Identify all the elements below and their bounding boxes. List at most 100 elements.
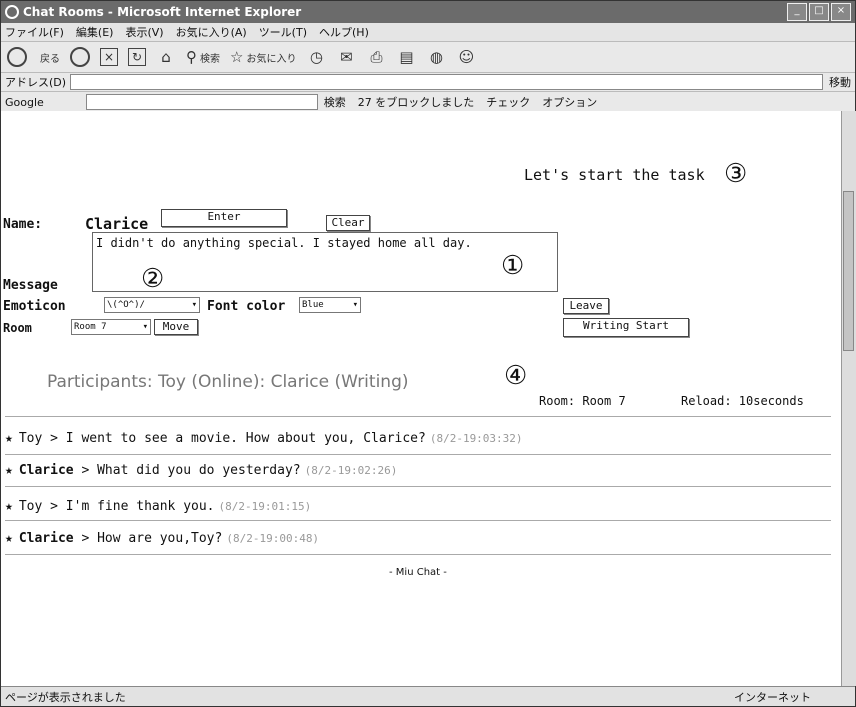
print-button[interactable]: ⎙	[366, 47, 386, 67]
divider	[5, 416, 831, 417]
divider	[5, 554, 831, 555]
marker-4: ④	[504, 361, 528, 391]
move-button[interactable]: Move	[154, 319, 198, 335]
marker-1: ①	[501, 251, 525, 281]
menu-tools[interactable]: ツール(T)	[259, 24, 307, 40]
divider	[5, 454, 831, 455]
menu-edit[interactable]: 編集(E)	[76, 24, 114, 40]
google-label[interactable]: Google	[5, 96, 44, 109]
star-icon: ★	[5, 431, 13, 446]
browser-window: Chat Rooms - Microsoft Internet Explorer…	[0, 0, 856, 707]
chat-user: Clarice	[18, 463, 74, 478]
chat-timestamp: (8/2-19:01:15)	[218, 500, 312, 513]
chat-text: I'm fine thank you.	[65, 499, 215, 514]
close-button[interactable]: ×	[831, 3, 851, 21]
scrollbar-thumb[interactable]	[843, 191, 854, 351]
reload-info: Reload: 10seconds	[681, 394, 804, 408]
menu-view[interactable]: 表示(V)	[125, 24, 163, 40]
chat-text: What did you do yesterday?	[97, 463, 301, 478]
room-value: Room 7	[74, 322, 107, 332]
go-button[interactable]: 移動	[829, 74, 851, 90]
room-info: Room: Room 7	[539, 394, 626, 408]
chevron-down-icon: ▾	[352, 300, 358, 310]
chat-message: ★ Toy > I'm fine thank you. (8/2-19:01:15)	[5, 499, 312, 514]
task-title: Let's start the task	[524, 166, 705, 184]
name-value: Clarice	[85, 215, 149, 233]
chevron-down-icon: ▾	[191, 300, 197, 310]
google-search-input[interactable]	[85, 94, 318, 110]
status-text: ページが表示されました	[5, 690, 126, 704]
chat-text: I went to see a movie. How about you, Cl…	[65, 431, 426, 446]
google-search-button[interactable]: 検索	[324, 94, 346, 110]
menu-favorites[interactable]: お気に入り(A)	[176, 24, 247, 40]
messenger-icon[interactable]: ☺	[456, 47, 476, 67]
edit-button[interactable]: ▤	[396, 47, 416, 67]
emoticon-value: \(^O^)/	[107, 300, 145, 310]
divider	[5, 486, 831, 487]
chat-message: ★ Clarice > How are you,Toy? (8/2-19:00:48…	[5, 531, 320, 546]
message-label: Message	[3, 278, 58, 293]
leave-button[interactable]: Leave	[563, 298, 609, 314]
name-label: Name:	[3, 217, 43, 232]
back-arrow-icon	[7, 47, 27, 67]
search-icon: ⚲	[186, 48, 197, 66]
ie-icon	[5, 5, 19, 19]
address-label: アドレス(D)	[5, 76, 67, 89]
discuss-button[interactable]: ◍	[426, 47, 446, 67]
options-button[interactable]: オプション	[542, 94, 597, 110]
chat-text: How are you,Toy?	[97, 531, 223, 546]
chat-timestamp: (8/2-19:03:32)	[429, 432, 523, 445]
chat-message: ★ Toy > I went to see a movie. How about …	[5, 431, 523, 446]
vertical-scrollbar[interactable]	[841, 111, 856, 686]
room-select[interactable]: Room 7 ▾	[71, 319, 151, 335]
home-button[interactable]: ⌂	[156, 47, 176, 67]
emoticon-select[interactable]: \(^O^)/ ▾	[104, 297, 200, 313]
toolbar: 戻る × ↻ ⌂ ⚲ 検索 ☆ お気に入り ◷ ✉ ⎙ ▤ ◍ ☺	[1, 42, 855, 73]
popup-blocked[interactable]: 27 をブロックしました	[358, 94, 475, 110]
address-input[interactable]	[70, 74, 823, 90]
clear-button[interactable]: Clear	[326, 215, 370, 231]
font-color-select[interactable]: Blue ▾	[299, 297, 361, 313]
font-color-label: Font color	[207, 299, 286, 314]
footer-text: - Miu Chat -	[389, 567, 447, 578]
emoticon-label: Emoticon	[3, 299, 66, 314]
forward-button[interactable]	[70, 47, 90, 67]
search-button[interactable]: ⚲ 検索	[186, 47, 220, 67]
maximize-button[interactable]: □	[809, 3, 829, 21]
star-icon: ★	[5, 463, 13, 478]
participants-text: Participants: Toy (Online): Clarice (Wri…	[47, 372, 409, 392]
chat-message: ★ Clarice > What did you do yesterday? (8/…	[5, 463, 398, 478]
font-color-value: Blue	[302, 300, 324, 310]
history-button[interactable]: ◷	[306, 47, 326, 67]
spell-check-button[interactable]: チェック	[486, 94, 530, 110]
window-title: Chat Rooms - Microsoft Internet Explorer	[23, 5, 302, 19]
divider	[5, 520, 831, 521]
star-icon: ☆	[230, 48, 244, 66]
mail-button[interactable]: ✉	[336, 47, 356, 67]
zone-text: インターネット	[734, 690, 811, 704]
title-bar: Chat Rooms - Microsoft Internet Explorer…	[1, 1, 855, 23]
marker-2: ②	[141, 264, 165, 294]
minimize-button[interactable]: _	[787, 3, 807, 21]
writing-start-button[interactable]: Writing Start	[563, 318, 689, 337]
menu-file[interactable]: ファイル(F)	[5, 24, 64, 40]
stop-button[interactable]: ×	[100, 48, 118, 66]
back-button[interactable]: 戻る	[7, 47, 60, 67]
enter-button[interactable]: Enter	[161, 209, 287, 227]
room-label: Room	[3, 321, 32, 335]
address-bar: アドレス(D) 移動	[1, 73, 855, 92]
star-icon: ★	[5, 531, 13, 546]
favorites-button[interactable]: ☆ お気に入り	[230, 47, 296, 67]
marker-3: ③	[724, 159, 748, 189]
google-toolbar: Google 検索 27 をブロックしました チェック オプション	[1, 92, 855, 113]
refresh-button[interactable]: ↻	[128, 48, 146, 66]
status-bar: ページが表示されました インターネット	[1, 686, 855, 706]
chevron-down-icon: ▾	[142, 322, 148, 332]
star-icon: ★	[5, 499, 13, 514]
menu-bar: ファイル(F) 編集(E) 表示(V) お気に入り(A) ツール(T) ヘルプ(…	[1, 23, 855, 42]
chat-timestamp: (8/2-19:02:26)	[304, 464, 398, 477]
chat-user: Clarice	[18, 531, 74, 546]
menu-help[interactable]: ヘルプ(H)	[319, 24, 369, 40]
chat-timestamp: (8/2-19:00:48)	[226, 532, 320, 545]
page-content: Let's start the task ③ Name: Clarice Ent…	[1, 111, 841, 686]
